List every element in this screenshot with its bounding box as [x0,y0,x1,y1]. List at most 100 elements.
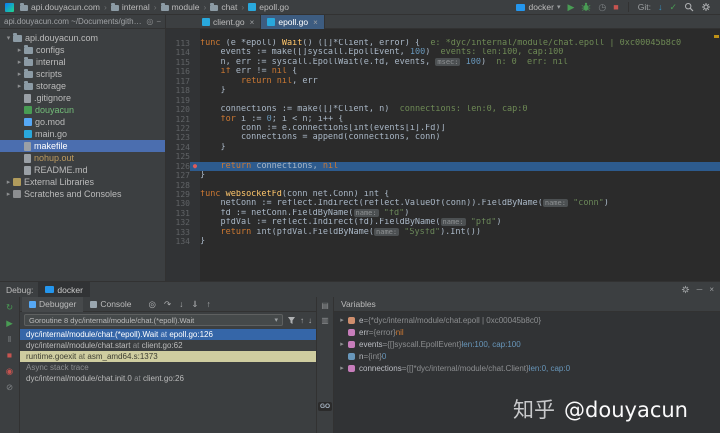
debug-tab-console[interactable]: Console [83,297,138,312]
variable-row[interactable]: ▸events = {[]syscall.EpollEvent} len:100… [334,338,720,350]
tree-item[interactable]: ▸Scratches and Consoles [0,188,165,200]
code-line[interactable]: 134} [166,237,720,246]
debug-session-tab[interactable]: docker [38,282,90,297]
chevron-down-icon[interactable]: ▾ [4,34,13,42]
breakpoint-gutter[interactable] [190,67,200,76]
breakpoint-gutter[interactable] [190,115,200,124]
chevron-right-icon[interactable]: ▸ [15,70,24,78]
previous-frame-icon[interactable]: ↑ [300,316,304,325]
close-icon[interactable]: × [313,18,318,27]
line-number[interactable]: 134 [166,237,190,246]
breakpoint-gutter[interactable] [190,218,200,227]
code-line[interactable]: 133 return int(pfdVal.FieldByName(name: … [166,228,720,237]
tree-item[interactable]: ▸scripts [0,68,165,80]
step-over-button[interactable]: ↷ [164,299,171,310]
breakpoint-gutter[interactable] [190,152,200,161]
close-icon[interactable]: × [709,285,714,294]
breakpoint-gutter[interactable] [190,39,200,48]
code-line[interactable]: 126● return connections, nil [166,162,720,171]
run-button[interactable]: ▶ [568,2,575,12]
git-commit-button[interactable]: ✓ [669,2,677,12]
close-icon[interactable]: × [250,18,255,27]
chevron-right-icon[interactable]: ▸ [338,364,346,372]
breakpoint-gutter[interactable] [190,143,200,152]
layout-icon[interactable]: ▤ [321,301,329,310]
line-number[interactable]: 125 [166,152,190,161]
view-breakpoints-button[interactable]: ◉ [6,366,13,377]
breakpoint-gutter[interactable] [190,96,200,105]
code-area[interactable]: 113func (e *epoll) Wait() ([]*Client, er… [166,39,720,247]
line-number[interactable]: 114 [166,48,190,57]
tree-item[interactable]: go.mod [0,116,165,128]
breakpoint-gutter[interactable] [190,181,200,190]
tree-item[interactable]: ▸External Libraries [0,176,165,188]
breakpoint-gutter[interactable] [190,86,200,95]
variable-row[interactable]: ▸e = {*dyc/internal/module/chat.epoll | … [334,314,720,326]
project-tree[interactable]: ▾api.douyacun.com▸configs▸internal▸scrip… [0,29,166,281]
code-line[interactable]: 115 n, err := syscall.EpollWait(e.fd, ev… [166,58,720,67]
breakpoint-gutter[interactable] [190,77,200,86]
editor-scrollbar[interactable] [712,29,720,281]
debug-tab-debugger[interactable]: Debugger [22,297,83,312]
breakpoint-gutter[interactable] [190,58,200,67]
breakpoint-gutter[interactable] [190,199,200,208]
code-line[interactable]: 113func (e *epoll) Wait() ([]*Client, er… [166,39,720,48]
code-line[interactable]: 128 [166,181,720,190]
line-number[interactable]: 129 [166,190,190,199]
chevron-right-icon[interactable]: ▸ [4,178,13,186]
code-line[interactable]: 119 [166,96,720,105]
breakpoint-icon[interactable]: ● [190,162,200,171]
tree-item[interactable]: ▸configs [0,44,165,56]
chevron-right-icon[interactable]: ▸ [338,316,346,324]
force-step-into-button[interactable]: ⇓ [191,299,198,310]
code-line[interactable]: 127} [166,171,720,180]
project-panel-header[interactable]: api.douyacun.com ~/Documents/github/api … [0,15,166,28]
line-number[interactable]: 117 [166,77,190,86]
stop-button[interactable]: ■ [7,350,12,361]
line-number[interactable]: 120 [166,105,190,114]
tree-item[interactable]: ▸internal [0,56,165,68]
line-number[interactable]: 132 [166,218,190,227]
stack-frame[interactable]: dyc/internal/module/chat.(*epoll).Wait a… [20,329,316,340]
locate-file-icon[interactable]: ◎ [146,17,153,26]
profiler-button[interactable]: ◷ [598,2,606,12]
line-number[interactable]: 118 [166,86,190,95]
stop-button[interactable]: ■ [613,2,618,12]
scrollbar-annotation[interactable] [714,35,719,38]
breakpoint-gutter[interactable] [190,228,200,237]
code-line[interactable]: 131 fd := netConn.FieldByName(name: "fd"… [166,209,720,218]
line-number[interactable]: 122 [166,124,190,133]
breadcrumb-item[interactable]: epoll.go [248,2,289,12]
minimize-icon[interactable]: ─ [697,285,703,294]
tree-item[interactable]: nohup.out [0,152,165,164]
hide-panel-icon[interactable]: − [156,17,161,26]
mute-breakpoints-button[interactable]: ⊘ [6,382,13,393]
tree-item[interactable]: ▸storage [0,80,165,92]
breakpoint-gutter[interactable] [190,133,200,142]
stack-frame[interactable]: dyc/internal/module/chat.init.0 at clien… [20,373,316,384]
run-config-selector[interactable]: docker ▾ [516,2,560,12]
variable-row[interactable]: n = {int} 0 [334,350,720,362]
settings-gear-icon[interactable] [701,2,711,12]
chevron-right-icon[interactable]: ▸ [15,82,24,90]
stack-frame[interactable]: runtime.goexit at asm_amd64.s:1373 [20,351,316,362]
line-number[interactable]: 127 [166,171,190,180]
tree-item[interactable]: .gitignore [0,92,165,104]
editor-tab[interactable]: client.go× [196,15,261,29]
show-execution-point-button[interactable]: ◎ [149,299,156,310]
breakpoint-gutter[interactable] [190,190,200,199]
line-number[interactable]: 115 [166,58,190,67]
line-number[interactable]: 126 [166,162,190,171]
chevron-right-icon[interactable]: ▸ [338,340,346,348]
editor[interactable]: 113func (e *epoll) Wait() ([]*Client, er… [166,29,720,281]
chevron-right-icon[interactable]: ▸ [4,190,13,198]
code-line[interactable]: 120 connections := make([]*Client, n) co… [166,105,720,114]
variable-row[interactable]: err = {error} nil [334,326,720,338]
goroutine-selector[interactable]: Goroutine 8 dyc/internal/module/chat.(*e… [24,314,283,326]
breadcrumb-item[interactable]: module [161,2,200,12]
line-number[interactable]: 133 [166,228,190,237]
breadcrumb-item[interactable]: api.douyacun.com [20,2,100,12]
step-into-button[interactable]: ↓ [179,299,183,309]
resume-button[interactable]: ▶ [6,318,13,329]
variable-row[interactable]: ▸connections = {[]*dyc/internal/module/c… [334,362,720,374]
